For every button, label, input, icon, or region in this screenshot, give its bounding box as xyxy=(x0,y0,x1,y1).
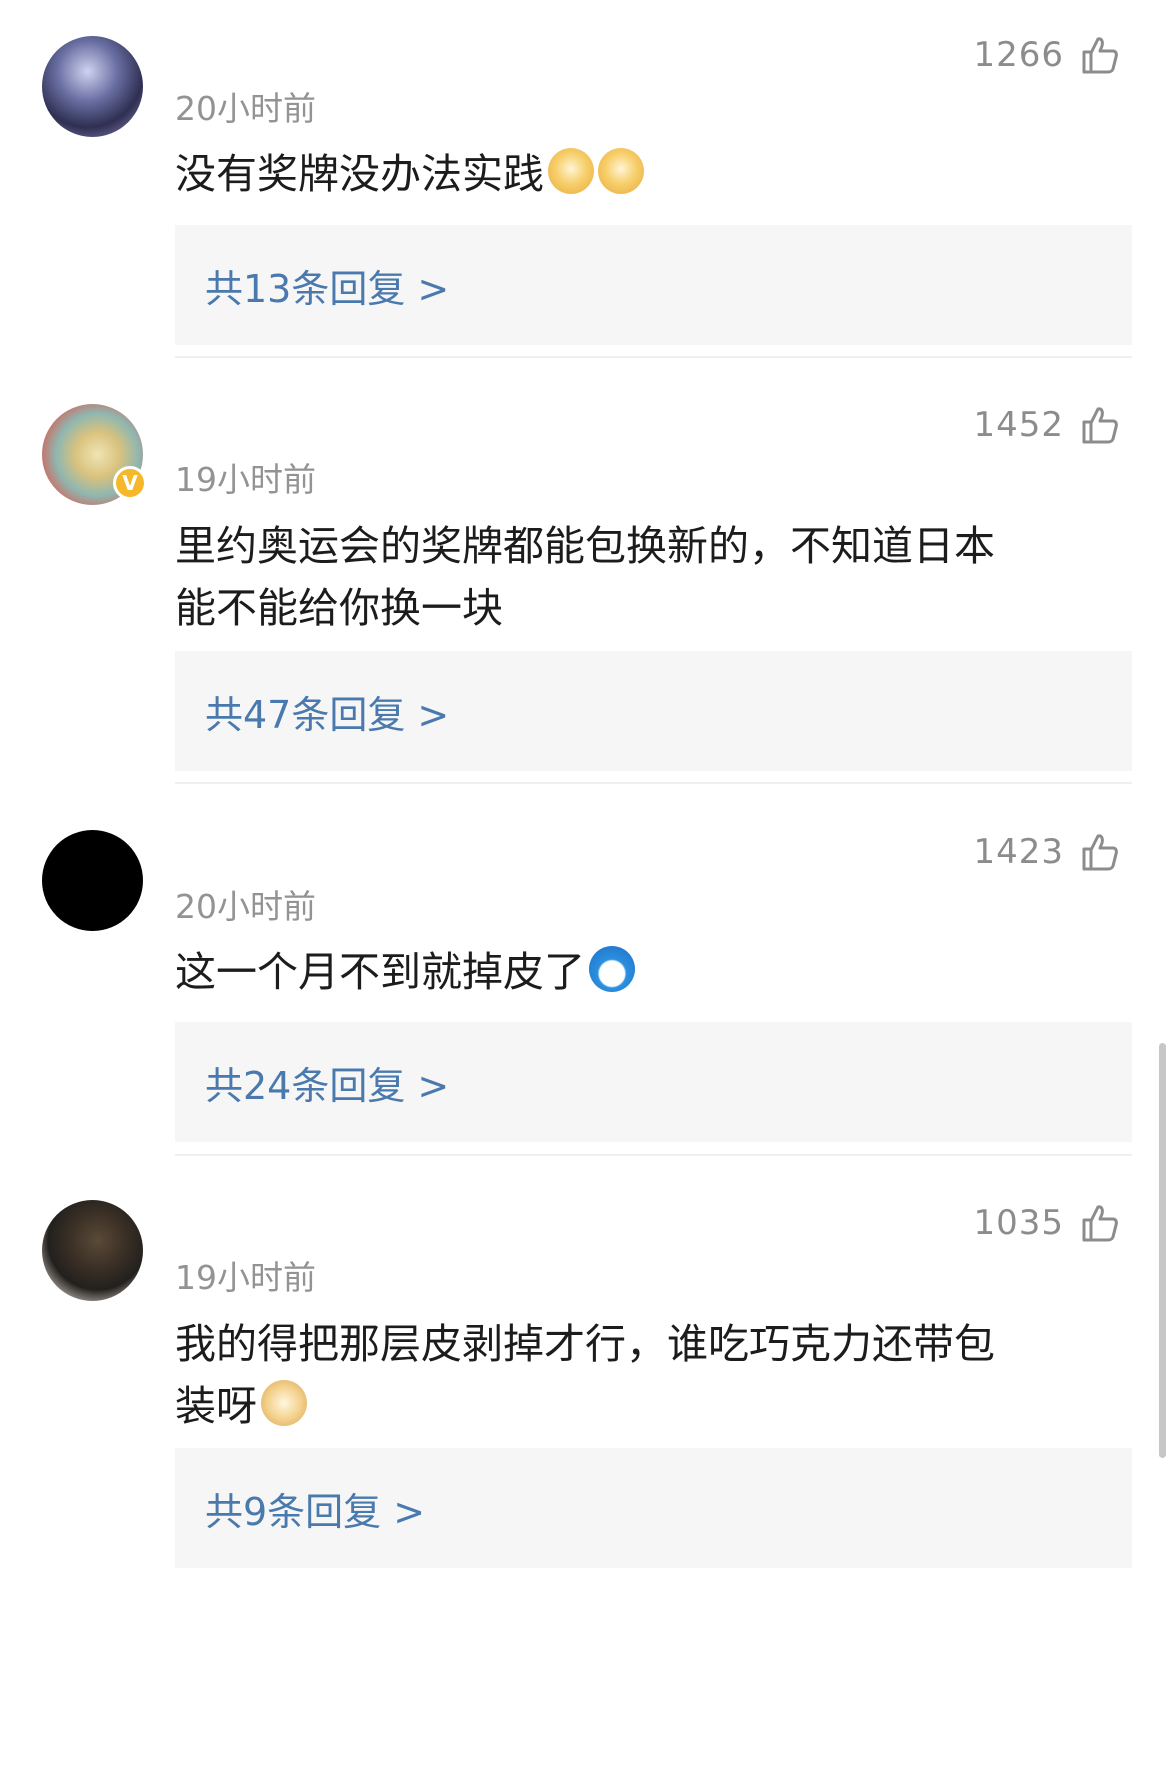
avatar[interactable] xyxy=(42,1200,143,1301)
thumbs-up-icon xyxy=(1082,1205,1118,1242)
comment-text-body: 没有奖牌没办法实践 xyxy=(175,150,544,198)
replies-link[interactable]: 共13条回复 > xyxy=(175,225,1132,345)
replies-count: 共47条回复 > xyxy=(205,692,450,737)
verified-badge-icon: V xyxy=(113,466,147,500)
comment-time: 19小时前 xyxy=(175,460,316,499)
divider xyxy=(175,782,1132,784)
like-button[interactable]: 1452 xyxy=(973,404,1120,446)
comment-text-line: 装呀 xyxy=(175,1382,257,1430)
doge-emoji xyxy=(261,1380,307,1426)
comment-text: 没有奖牌没办法实践 xyxy=(175,143,1105,205)
like-count: 1452 xyxy=(973,405,1064,445)
divider xyxy=(175,1154,1132,1156)
comment-time: 19小时前 xyxy=(175,1258,316,1297)
comment-text: 我的得把那层皮剥掉才行，谁吃巧克力还带包 装呀 xyxy=(175,1313,1105,1437)
replies-link[interactable]: 共24条回复 > xyxy=(175,1022,1132,1142)
like-button[interactable]: 1423 xyxy=(973,831,1120,873)
replies-count: 共24条回复 > xyxy=(205,1063,450,1108)
like-button[interactable]: 1035 xyxy=(973,1202,1120,1244)
thumbs-up-icon xyxy=(1082,834,1118,871)
dog-crying-emoji xyxy=(598,148,644,194)
comment-text-body: 这一个月不到就掉皮了 xyxy=(175,948,585,996)
doraemon-emoji xyxy=(589,946,635,992)
replies-count: 共9条回复 > xyxy=(205,1489,426,1534)
avatar[interactable] xyxy=(42,830,143,931)
scrollbar[interactable] xyxy=(1159,1043,1166,1458)
like-count: 1266 xyxy=(973,35,1064,75)
replies-link[interactable]: 共9条回复 > xyxy=(175,1448,1132,1568)
comment-text-line: 里约奥运会的奖牌都能包换新的，不知道日本 xyxy=(175,522,995,570)
comment-text: 这一个月不到就掉皮了 xyxy=(175,941,1105,1003)
like-button[interactable]: 1266 xyxy=(973,34,1120,76)
comment-time: 20小时前 xyxy=(175,887,316,926)
comment-text-line: 能不能给你换一块 xyxy=(175,584,503,632)
divider xyxy=(175,356,1132,358)
replies-link[interactable]: 共47条回复 > xyxy=(175,651,1132,771)
comment-text-line: 我的得把那层皮剥掉才行，谁吃巧克力还带包 xyxy=(175,1320,995,1368)
like-count: 1035 xyxy=(973,1203,1064,1243)
thumbs-up-icon xyxy=(1082,37,1118,74)
like-count: 1423 xyxy=(973,832,1064,872)
comment-text: 里约奥运会的奖牌都能包换新的，不知道日本 能不能给你换一块 xyxy=(175,515,1105,639)
thumbs-up-icon xyxy=(1082,407,1118,444)
replies-count: 共13条回复 > xyxy=(205,266,450,311)
avatar[interactable] xyxy=(42,36,143,137)
dog-crying-emoji xyxy=(548,148,594,194)
comment-time: 20小时前 xyxy=(175,89,316,128)
